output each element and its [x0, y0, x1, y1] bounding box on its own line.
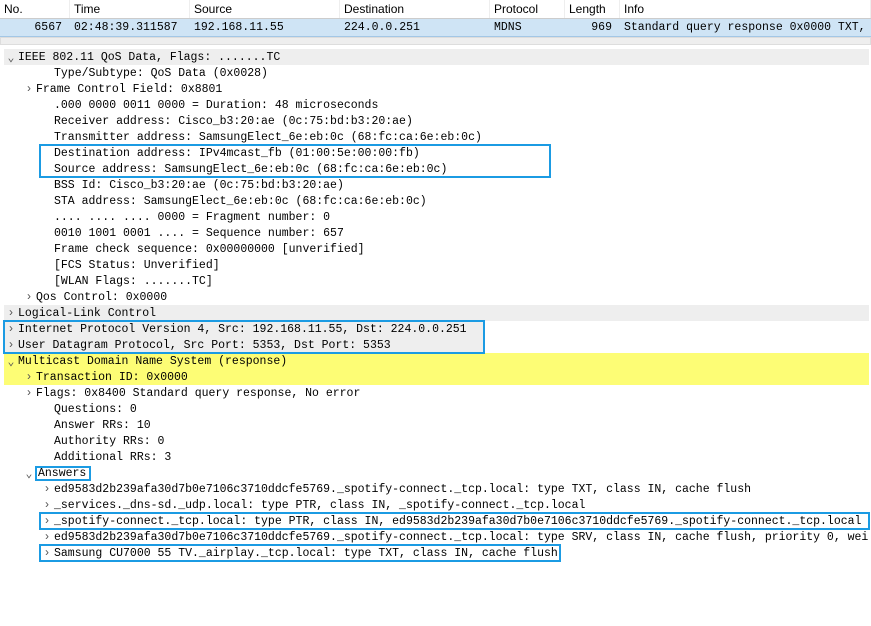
field-bss-id[interactable]: .BSS Id: Cisco_b3:20:ae (0c:75:bd:b3:20:…	[4, 177, 869, 193]
col-info[interactable]: Info	[620, 0, 871, 18]
field-frame-ctrl[interactable]: ›Frame Control Field: 0x8801	[4, 81, 869, 97]
twisty-open-icon[interactable]: ⌄	[22, 466, 36, 481]
section-udp[interactable]: ›User Datagram Protocol, Src Port: 5353,…	[4, 337, 484, 353]
field-recv-addr[interactable]: .Receiver address: Cisco_b3:20:ae (0c:75…	[4, 113, 869, 129]
field-trans-id[interactable]: ›Transaction ID: 0x0000	[4, 369, 869, 385]
twisty-closed-icon[interactable]: ›	[40, 515, 54, 528]
section-ieee80211[interactable]: ⌄ IEEE 802.11 QoS Data, Flags: .......TC	[4, 49, 869, 65]
section-answers[interactable]: ⌄ Answers	[4, 465, 869, 481]
field-wlan-flags[interactable]: .[WLAN Flags: .......TC]	[4, 273, 869, 289]
section-mdns[interactable]: ⌄ Multicast Domain Name System (response…	[4, 353, 869, 369]
hscrollbar[interactable]	[0, 37, 871, 45]
packet-list-row-selected[interactable]: 6567 02:48:39.311587 192.168.11.55 224.0…	[0, 19, 871, 37]
field-fcs-status[interactable]: .[FCS Status: Unverified]	[4, 257, 869, 273]
cell-protocol: MDNS	[490, 19, 565, 36]
twisty-closed-icon[interactable]: ›	[22, 371, 36, 384]
col-time[interactable]: Time	[70, 0, 190, 18]
field-fcs[interactable]: .Frame check sequence: 0x00000000 [unver…	[4, 241, 869, 257]
twisty-open-icon[interactable]: ⌄	[4, 354, 18, 369]
field-flags[interactable]: ›Flags: 0x8400 Standard query response, …	[4, 385, 869, 401]
col-protocol[interactable]: Protocol	[490, 0, 565, 18]
cell-destination: 224.0.0.251	[340, 19, 490, 36]
field-qos-ctrl[interactable]: ›Qos Control: 0x0000	[4, 289, 869, 305]
twisty-open-icon[interactable]: ⌄	[4, 50, 18, 65]
twisty-closed-icon[interactable]: ›	[22, 291, 36, 304]
twisty-closed-icon[interactable]: ›	[40, 483, 54, 496]
field-sta-addr[interactable]: .STA address: SamsungElect_6e:eb:0c (68:…	[4, 193, 869, 209]
twisty-closed-icon[interactable]: ›	[4, 323, 18, 336]
col-destination[interactable]: Destination	[340, 0, 490, 18]
field-trans-addr[interactable]: .Transmitter address: SamsungElect_6e:eb…	[4, 129, 869, 145]
packet-details: ⌄ IEEE 802.11 QoS Data, Flags: .......TC…	[0, 45, 871, 569]
col-length[interactable]: Length	[565, 0, 620, 18]
field-answer-rrs[interactable]: .Answer RRs: 10	[4, 417, 869, 433]
field-frag-no[interactable]: ..... .... .... 0000 = Fragment number: …	[4, 209, 869, 225]
twisty-closed-icon[interactable]: ›	[40, 499, 54, 512]
twisty-closed-icon[interactable]: ›	[22, 387, 36, 400]
answer-row[interactable]: ›_services._dns-sd._udp.local: type PTR,…	[4, 497, 869, 513]
col-no[interactable]: No.	[0, 0, 70, 18]
twisty-closed-icon[interactable]: ›	[40, 547, 54, 560]
cell-source: 192.168.11.55	[190, 19, 340, 36]
section-llc[interactable]: › Logical-Link Control	[4, 305, 869, 321]
answer-row[interactable]: ›ed9583d2b239afa30d7b0e7106c3710ddcfe576…	[4, 481, 869, 497]
answer-row-samsung-airplay[interactable]: ›Samsung CU7000 55 TV._airplay._tcp.loca…	[40, 545, 560, 561]
cell-info: Standard query response 0x0000 TXT, cach…	[620, 19, 871, 36]
col-source[interactable]: Source	[190, 0, 340, 18]
twisty-closed-icon[interactable]: ›	[40, 531, 54, 544]
cell-time: 02:48:39.311587	[70, 19, 190, 36]
packet-list-header: No. Time Source Destination Protocol Len…	[0, 0, 871, 19]
answers-label: Answers	[36, 467, 90, 480]
field-seq-no[interactable]: .0010 1001 0001 .... = Sequence number: …	[4, 225, 869, 241]
ieee-title: IEEE 802.11 QoS Data, Flags: .......TC	[18, 51, 280, 64]
section-ipv4[interactable]: ›Internet Protocol Version 4, Src: 192.1…	[4, 321, 484, 337]
field-additional-rrs[interactable]: .Additional RRs: 3	[4, 449, 869, 465]
answer-row[interactable]: ›ed9583d2b239afa30d7b0e7106c3710ddcfe576…	[4, 529, 869, 545]
field-questions[interactable]: .Questions: 0	[4, 401, 869, 417]
field-dest-addr[interactable]: .Destination address: IPv4mcast_fb (01:0…	[40, 145, 550, 161]
field-src-addr[interactable]: .Source address: SamsungElect_6e:eb:0c (…	[40, 161, 550, 177]
field-type-subtype[interactable]: .Type/Subtype: QoS Data (0x0028)	[4, 65, 869, 81]
cell-no: 6567	[0, 19, 70, 36]
field-duration[interactable]: ..000 0000 0011 0000 = Duration: 48 micr…	[4, 97, 869, 113]
answer-row-spotify-ptr[interactable]: ›_spotify-connect._tcp.local: type PTR, …	[40, 513, 869, 529]
twisty-closed-icon[interactable]: ›	[22, 83, 36, 96]
twisty-closed-icon[interactable]: ›	[4, 339, 18, 352]
twisty-closed-icon[interactable]: ›	[4, 307, 18, 320]
field-authority-rrs[interactable]: .Authority RRs: 0	[4, 433, 869, 449]
cell-length: 969	[565, 19, 620, 36]
